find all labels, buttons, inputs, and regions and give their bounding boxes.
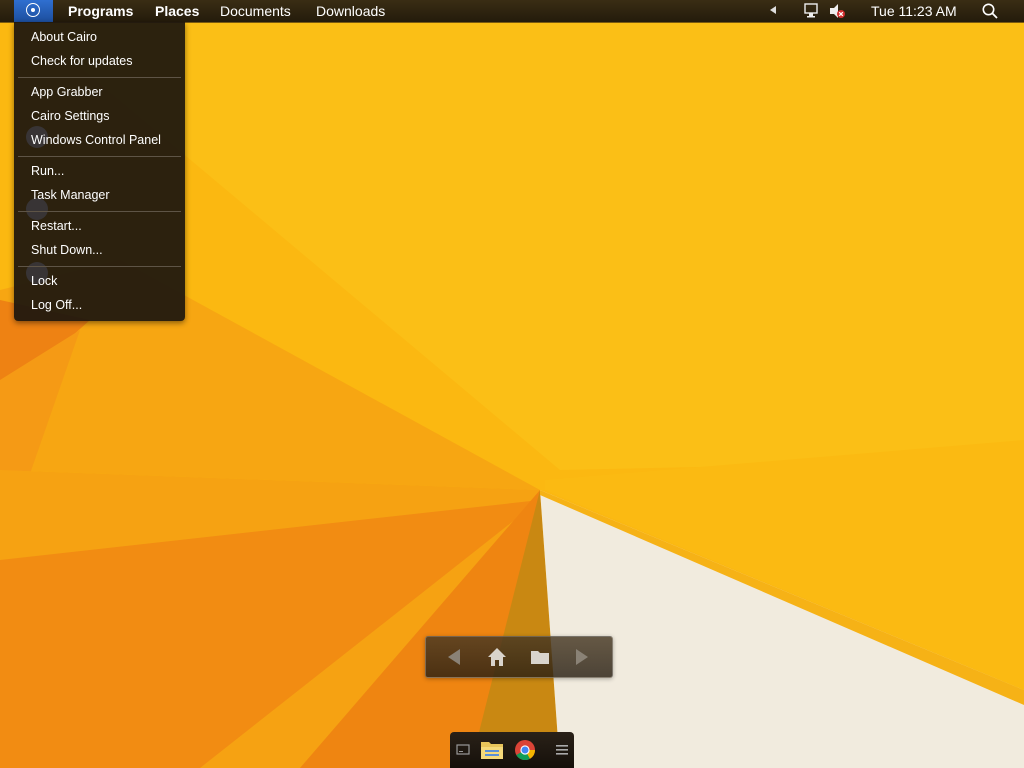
- folder-icon[interactable]: [529, 646, 551, 668]
- caret-left-icon[interactable]: [770, 6, 776, 14]
- menu-icon[interactable]: [555, 743, 569, 757]
- network-icon[interactable]: [803, 2, 821, 20]
- menu-separator: [18, 211, 181, 212]
- menu-item-check-for-updates[interactable]: Check for updates: [31, 51, 132, 71]
- desktop-icon[interactable]: [456, 743, 470, 757]
- documents-menu[interactable]: Documents: [220, 3, 291, 19]
- menu-separator: [18, 77, 181, 78]
- menu-separator: [18, 266, 181, 267]
- menu-item-log-off[interactable]: Log Off...: [31, 295, 82, 315]
- back-arrow-icon[interactable]: [444, 646, 466, 668]
- menu-item-shut-down[interactable]: Shut Down...: [31, 240, 103, 260]
- menu-bar: Programs Places Documents Downloads Tue …: [0, 0, 1024, 23]
- menu-item-windows-control-panel[interactable]: Windows Control Panel: [31, 130, 161, 150]
- search-icon[interactable]: [981, 2, 999, 20]
- menu-item-lock[interactable]: Lock: [31, 271, 57, 291]
- volume-muted-icon[interactable]: [828, 2, 846, 20]
- menu-item-cairo-settings[interactable]: Cairo Settings: [31, 106, 110, 126]
- menu-item-task-manager[interactable]: Task Manager: [31, 185, 110, 205]
- cairo-menu: About Cairo Check for updates App Grabbe…: [14, 22, 185, 321]
- menu-item-restart[interactable]: Restart...: [31, 216, 82, 236]
- clock[interactable]: Tue 11:23 AM: [871, 3, 957, 19]
- taskbar: [450, 732, 574, 768]
- navigation-toolbar: [425, 636, 613, 678]
- menu-item-about-cairo[interactable]: About Cairo: [31, 27, 97, 47]
- file-explorer-icon[interactable]: [479, 738, 505, 762]
- chrome-icon[interactable]: [514, 739, 536, 761]
- places-menu[interactable]: Places: [155, 3, 199, 19]
- cairo-menu-button[interactable]: [14, 0, 53, 22]
- forward-arrow-icon[interactable]: [570, 646, 592, 668]
- menu-separator: [18, 156, 181, 157]
- downloads-menu[interactable]: Downloads: [316, 3, 385, 19]
- home-icon[interactable]: [486, 646, 508, 668]
- programs-menu[interactable]: Programs: [68, 3, 133, 19]
- menu-item-app-grabber[interactable]: App Grabber: [31, 82, 103, 102]
- menu-item-run[interactable]: Run...: [31, 161, 64, 181]
